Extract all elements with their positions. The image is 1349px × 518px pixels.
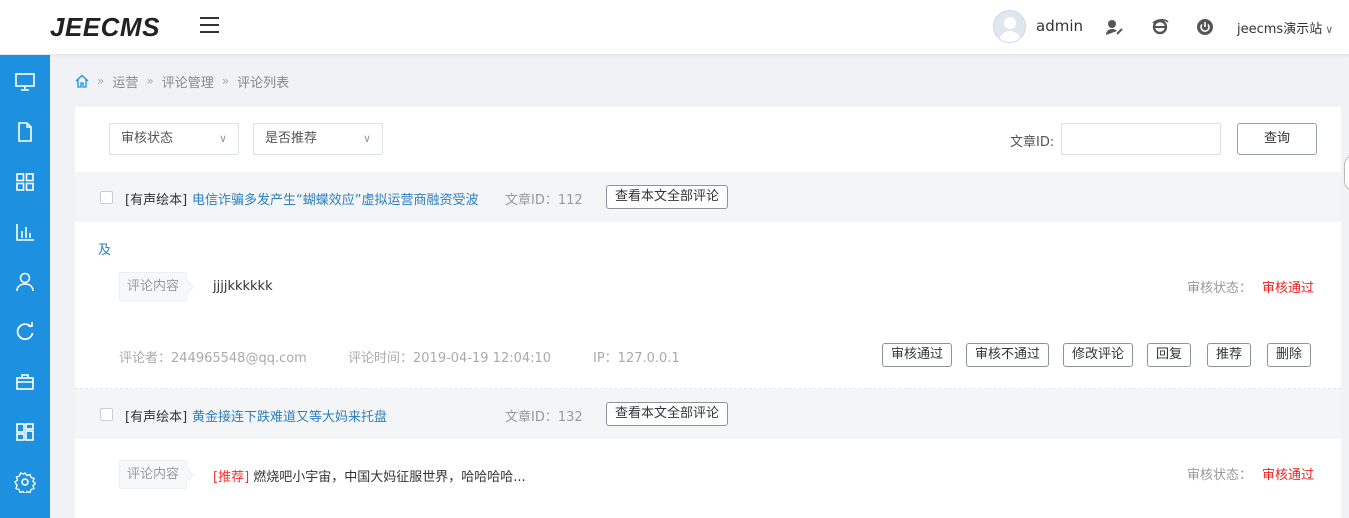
site-name: jeecms演示站 xyxy=(1237,22,1323,37)
sidebar-item-grid[interactable] xyxy=(0,157,50,207)
recommend-button[interactable]: 推荐 xyxy=(1207,343,1252,367)
top-header: JEECMS admin jeecms演示站 ∨ xyxy=(0,0,1349,55)
comment-content-label: 评论内容 xyxy=(119,460,187,489)
reply-button[interactable]: 回复 xyxy=(1147,343,1192,367)
comment-ip: IP：127.0.0.1 xyxy=(593,351,680,366)
sidebar-item-settings[interactable] xyxy=(0,457,50,507)
breadcrumb-item[interactable]: 运营 xyxy=(112,72,138,91)
article-id: 文章ID：132 xyxy=(505,410,583,425)
chevron-down-icon: ∨ xyxy=(1325,23,1334,36)
query-button[interactable]: 查询 xyxy=(1237,123,1317,155)
view-all-comments-button[interactable]: 查看本文全部评论 xyxy=(606,185,729,209)
recommend-value: 是否推荐 xyxy=(265,131,318,146)
breadcrumb-separator-icon: » xyxy=(97,74,105,88)
comment-body: 燃烧吧小宇宙，中国大妈征服世界，哈哈哈哈... xyxy=(253,470,526,485)
chevron-down-icon: ∨ xyxy=(362,132,371,145)
status-label: 审核状态： xyxy=(1187,281,1253,296)
refresh-icon xyxy=(16,322,34,341)
article-tag: [有声绘本] xyxy=(125,410,188,425)
avatar[interactable] xyxy=(993,10,1026,43)
status-badge: 审核通过 xyxy=(1262,281,1315,296)
toolbox-icon xyxy=(16,374,34,390)
logo: JEECMS xyxy=(50,12,160,42)
gear-icon xyxy=(14,472,36,493)
comment-content-label: 评论内容 xyxy=(119,272,187,301)
breadcrumb-item: 评论列表 xyxy=(237,75,290,91)
sidebar-item-user[interactable] xyxy=(0,257,50,307)
status-badge: 审核通过 xyxy=(1262,468,1315,483)
user-edit-icon[interactable] xyxy=(1105,18,1123,36)
view-all-comments-button[interactable]: 查看本文全部评论 xyxy=(606,402,729,426)
sidebar-item-statistics[interactable] xyxy=(0,207,50,257)
article-id-label: 文章ID: xyxy=(1010,135,1055,150)
site-selector[interactable]: jeecms演示站 ∨ xyxy=(1237,18,1333,37)
power-icon[interactable] xyxy=(1196,18,1214,36)
grid-icon xyxy=(16,173,34,191)
comment-time: 评论时间：2019-04-19 12:04:10 xyxy=(348,351,552,366)
breadcrumb-separator-icon: » xyxy=(221,74,230,88)
sidebar xyxy=(0,55,50,518)
delete-button[interactable]: 删除 xyxy=(1267,343,1312,367)
document-icon xyxy=(18,122,32,142)
sidebar-item-monitor[interactable] xyxy=(0,57,50,107)
status-label: 审核状态： xyxy=(1187,468,1253,483)
article-header: [有声绘本] 电信诈骗多发产生“蝴蝶效应”虚拟运营商融资受波 文章ID：112 … xyxy=(75,172,1341,222)
recommend-select[interactable]: 是否推荐 ∨ xyxy=(253,123,383,155)
comment-author: 评论者：244965548@qq.com xyxy=(119,351,307,366)
bar-chart-icon xyxy=(16,224,34,241)
article-title-link-wrap[interactable]: 及 xyxy=(98,239,111,258)
home-icon[interactable] xyxy=(75,74,89,88)
breadcrumb-separator-icon: » xyxy=(146,74,154,88)
audit-status-select[interactable]: 审核状态 ∨ xyxy=(109,123,239,155)
sidebar-item-operations[interactable] xyxy=(0,307,50,357)
scroll-handle[interactable] xyxy=(1344,155,1349,191)
article-tag: [有声绘本] xyxy=(125,193,188,208)
user-icon xyxy=(16,272,34,292)
breadcrumb: » 运营 » 评论管理 » 评论列表 xyxy=(75,72,290,91)
breadcrumb-item[interactable]: 评论管理 xyxy=(162,72,214,91)
recommend-tag: [推荐] xyxy=(213,470,250,485)
article-title-link[interactable]: 黄金接连下跌难道又等大妈来托盘 xyxy=(192,406,387,425)
comment-text: [推荐] 燃烧吧小宇宙，中国大妈征服世界，哈哈哈哈... xyxy=(213,466,526,485)
audit-status-value: 审核状态 xyxy=(121,131,174,146)
approve-button[interactable]: 审核通过 xyxy=(882,343,953,367)
edit-comment-button[interactable]: 修改评论 xyxy=(1063,343,1134,367)
article-id-input[interactable] xyxy=(1061,123,1221,155)
article-checkbox[interactable] xyxy=(100,408,113,421)
monitor-icon xyxy=(15,73,35,91)
reject-button[interactable]: 审核不通过 xyxy=(966,343,1050,367)
user-name[interactable]: admin xyxy=(1036,17,1083,35)
article-id: 文章ID：112 xyxy=(505,193,583,208)
sidebar-item-toolbox[interactable] xyxy=(0,357,50,407)
comment-body: jjjjkkkkkk xyxy=(213,279,273,294)
article-header: [有声绘本] 黄金接连下跌难道又等大妈来托盘 文章ID：132 查看本文全部评论 xyxy=(75,389,1341,439)
hamburger-menu-icon[interactable] xyxy=(200,17,219,35)
article-title-link[interactable]: 电信诈骗多发产生“蝴蝶效应”虚拟运营商融资受波 xyxy=(192,189,478,208)
chevron-down-icon: ∨ xyxy=(218,132,227,145)
comment-list-panel: 审核状态 ∨ 是否推荐 ∨ 文章ID: 查询 [有声绘本] 电信诈骗多发产生“蝴… xyxy=(75,107,1341,518)
comment-text: jjjjkkkkkk xyxy=(213,279,273,294)
sidebar-item-document[interactable] xyxy=(0,107,50,157)
sidebar-item-dashboard[interactable] xyxy=(0,407,50,457)
article-checkbox[interactable] xyxy=(100,191,113,204)
ie-browser-icon[interactable] xyxy=(1151,18,1169,36)
dashboard-icon xyxy=(16,423,34,441)
